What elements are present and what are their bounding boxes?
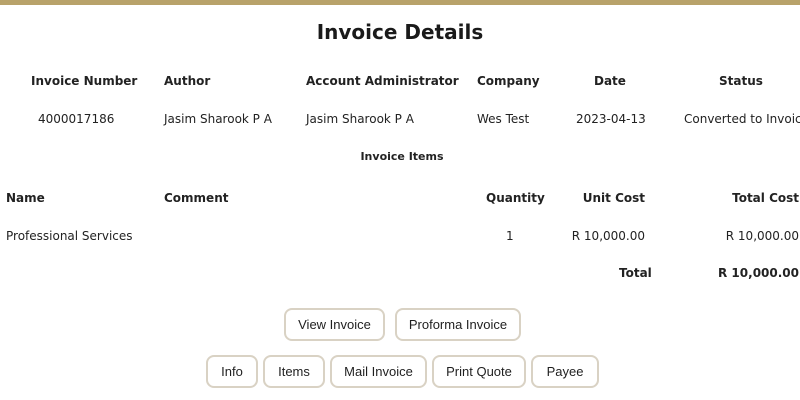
invoice-items-title: Invoice Items [360,150,444,163]
view-invoice-button[interactable]: View Invoice [284,308,385,341]
total-value: R 10,000.00 [718,266,799,280]
items-header-quantity: Quantity [486,191,545,205]
item-total-cost: R 10,000.00 [725,229,799,243]
item-unit-cost: R 10,000.00 [571,229,645,243]
header-date: Date [594,74,626,88]
items-header-unit-cost: Unit Cost [582,191,645,205]
header-status: Status [719,74,763,88]
item-name: Professional Services [6,229,133,243]
date-value: 2023-04-13 [576,112,646,126]
header-author: Author [164,74,211,88]
items-header-comment: Comment [164,191,229,205]
mail-invoice-button[interactable]: Mail Invoice [330,355,427,388]
top-accent-bar [0,0,800,5]
items-header-total-cost: Total Cost [732,191,799,205]
payee-button[interactable]: Payee [531,355,599,388]
company-value: Wes Test [477,112,530,126]
invoice-number-value: 4000017186 [38,112,115,126]
author-value: Jasim Sharook P A [164,112,272,126]
proforma-invoice-button[interactable]: Proforma Invoice [395,308,521,341]
status-value: Converted to Invoice [684,112,800,126]
page-title: Invoice Details [316,20,484,44]
header-company: Company [477,74,540,88]
info-button[interactable]: Info [206,355,258,388]
header-invoice-number: Invoice Number [31,74,138,88]
total-label: Total [619,266,652,280]
header-account-administrator: Account Administrator [306,74,459,88]
items-header-name: Name [6,191,45,205]
items-button[interactable]: Items [263,355,325,388]
print-quote-button[interactable]: Print Quote [432,355,526,388]
account-administrator-value: Jasim Sharook P A [306,112,414,126]
item-quantity: 1 [506,229,514,243]
